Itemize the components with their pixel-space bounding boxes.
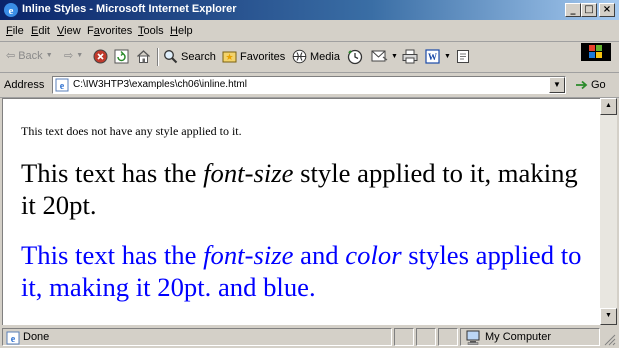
history-button[interactable] [347, 49, 363, 65]
page-icon: e [55, 78, 69, 92]
status-bar: e Done My Computer [0, 326, 619, 348]
arrow-down-icon: ▼ [605, 312, 612, 319]
ie-logo-icon: e [4, 3, 18, 17]
status-text: Done [23, 331, 50, 343]
status-pane [416, 328, 436, 346]
page-content: This text does not have any style applie… [2, 98, 600, 325]
vertical-scrollbar[interactable]: ▲ ▼ [600, 98, 617, 325]
stop-icon [93, 49, 108, 64]
p2-emphasis: font-size [203, 158, 294, 188]
page-done-icon: e [6, 331, 20, 345]
search-label: Search [181, 50, 216, 63]
window-title: Inline Styles - Microsoft Internet Explo… [22, 3, 237, 15]
discuss-button[interactable] [456, 49, 471, 64]
toolbar: ⇦ Back ▼ ⇨ ▼ Search Favorites Media ▼ W … [0, 42, 619, 73]
go-label: Go [591, 79, 606, 91]
search-button[interactable]: Search [163, 49, 216, 64]
menu-bar: File Edit View Favorites Tools Help [0, 21, 619, 61]
address-input[interactable]: e C:\IW3HTP3\examples\ch06\inline.html ▼ [52, 76, 566, 94]
address-label: Address [4, 79, 45, 91]
address-dropdown-button[interactable]: ▼ [549, 77, 565, 93]
go-button[interactable]: Go [575, 79, 606, 91]
forward-arrow-icon: ⇨ [64, 50, 74, 62]
my-computer-icon [466, 330, 480, 345]
go-arrow-icon [576, 80, 588, 90]
favorites-icon [222, 51, 237, 63]
p3-emphasis-1: font-size [203, 240, 294, 270]
home-icon [137, 50, 150, 63]
status-pane [394, 328, 414, 346]
menu-help[interactable]: Help [170, 25, 193, 37]
back-arrow-icon: ⇦ [6, 50, 16, 62]
mail-button[interactable]: ▼ [371, 49, 398, 64]
print-icon [402, 49, 418, 64]
p3-emphasis-2: color [345, 240, 402, 270]
media-icon [292, 49, 307, 64]
refresh-icon [114, 49, 129, 64]
history-icon [347, 49, 363, 65]
home-button[interactable] [136, 49, 151, 64]
search-icon [164, 50, 178, 64]
svg-text:W: W [428, 52, 437, 62]
minimize-button[interactable]: _ [565, 3, 581, 17]
chevron-down-icon: ▼ [444, 53, 451, 60]
menu-file[interactable]: File [6, 25, 24, 37]
chevron-down-icon: ▼ [76, 52, 84, 59]
browser-window: e Inline Styles - Microsoft Internet Exp… [0, 0, 619, 348]
plain-paragraph: This text does not have any style applie… [21, 124, 242, 138]
chevron-down-icon: ▼ [553, 80, 561, 89]
favorites-button[interactable]: Favorites [222, 49, 285, 64]
discuss-icon [457, 50, 469, 63]
font-size-color-paragraph: This text has the font-size and color st… [21, 239, 591, 303]
zone-label: My Computer [485, 331, 552, 343]
svg-text:e: e [60, 81, 65, 92]
menu-view[interactable]: View [57, 25, 81, 37]
scroll-down-button[interactable]: ▼ [600, 308, 617, 325]
back-button[interactable]: ⇦ Back ▼ [6, 49, 53, 63]
scroll-up-button[interactable]: ▲ [600, 98, 617, 115]
media-button[interactable]: Media [292, 49, 340, 64]
mail-icon [371, 50, 388, 62]
maximize-button[interactable]: □ [581, 3, 597, 17]
word-icon: W [425, 49, 440, 64]
print-button[interactable] [402, 49, 418, 64]
menu-favorites[interactable]: Favorites [87, 25, 132, 37]
resize-grip-icon[interactable] [604, 334, 616, 346]
p3-text-mid: and [293, 240, 346, 270]
refresh-button[interactable] [114, 49, 129, 64]
font-size-paragraph: This text has the font-size style applie… [21, 157, 581, 221]
stop-button[interactable] [93, 49, 108, 64]
media-label: Media [310, 50, 340, 63]
p2-text-before: This text has the [21, 158, 204, 188]
p3-text-before: This text has the [21, 240, 204, 270]
back-label: Back [18, 49, 43, 62]
close-button[interactable]: × [599, 3, 615, 17]
toolbar-separator [157, 48, 159, 66]
menu-edit[interactable]: Edit [31, 25, 50, 37]
status-text-pane: e Done [2, 328, 392, 346]
svg-text:e: e [9, 5, 14, 17]
chevron-down-icon: ▼ [391, 53, 398, 60]
arrow-up-icon: ▲ [605, 102, 612, 109]
svg-text:e: e [11, 334, 16, 345]
address-bar: Address e C:\IW3HTP3\examples\ch06\inlin… [0, 73, 619, 98]
favorites-label: Favorites [240, 50, 286, 63]
chevron-down-icon: ▼ [45, 52, 53, 59]
menu-tools[interactable]: Tools [138, 25, 164, 37]
security-zone-pane: My Computer [460, 328, 600, 346]
status-pane [438, 328, 458, 346]
address-url: C:\IW3HTP3\examples\ch06\inline.html [73, 79, 247, 90]
forward-button[interactable]: ⇨ ▼ [64, 49, 83, 62]
title-bar[interactable]: e Inline Styles - Microsoft Internet Exp… [0, 0, 619, 20]
edit-button[interactable]: W ▼ [425, 49, 451, 64]
